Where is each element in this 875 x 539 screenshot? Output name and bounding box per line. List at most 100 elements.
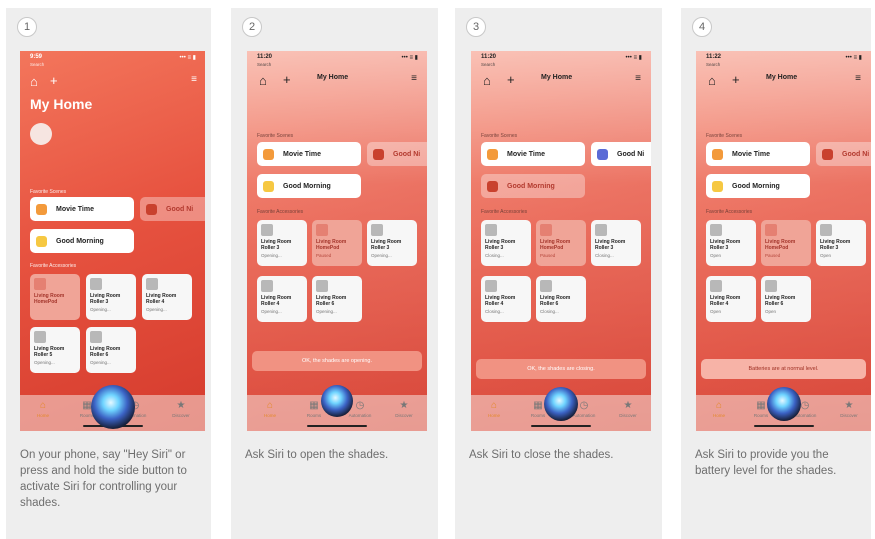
status-time: 11:22 bbox=[706, 54, 722, 60]
accessory-state: Open bbox=[710, 308, 722, 314]
step-card-3: 3 11:20 Search ••• ≡ ▮ ⌂ + My Home ≡ Fav… bbox=[455, 8, 662, 539]
scene-tile-good-morning[interactable]: Good Morning bbox=[706, 174, 810, 198]
scene-tile-good-night[interactable]: Good Ni bbox=[367, 142, 427, 166]
scene-tile-good-morning[interactable]: Good Morning bbox=[257, 174, 361, 198]
status-back-link[interactable]: Search bbox=[30, 62, 44, 67]
accessory-state: Open bbox=[710, 252, 722, 258]
gear-icon[interactable]: ≡ bbox=[855, 74, 861, 84]
section-favorite-accessories: Favorite Accessories bbox=[481, 209, 528, 215]
page-title: My Home bbox=[541, 74, 573, 81]
star-icon: ★ bbox=[176, 400, 186, 411]
step-caption: Ask Siri to open the shades. bbox=[245, 449, 389, 461]
house-icon[interactable]: ⌂ bbox=[483, 74, 491, 87]
home-summary-icon[interactable] bbox=[30, 123, 52, 145]
status-time: 11:20 bbox=[481, 54, 497, 60]
accessory-tile[interactable]: Living Room HomePod Paused bbox=[312, 220, 362, 266]
accessory-tile[interactable]: Living Room HomePod Paused bbox=[761, 220, 811, 266]
accessory-state: Opening... bbox=[371, 252, 392, 258]
accessory-tile[interactable]: Living Room Roller 4 Closing... bbox=[481, 276, 531, 322]
plus-icon[interactable]: + bbox=[507, 73, 515, 86]
accessory-tile[interactable]: Living Room Roller 4 Open bbox=[706, 276, 756, 322]
shade-icon bbox=[485, 224, 497, 236]
gear-icon[interactable]: ≡ bbox=[411, 74, 417, 84]
scene-tile-movie-time[interactable]: Movie Time bbox=[481, 142, 585, 166]
accessory-state: Paused bbox=[540, 252, 556, 258]
siri-orb[interactable] bbox=[91, 385, 135, 429]
step-card-4: 4 11:22 Search ••• ≡ ▮ ⌂ + My Home ≡ Fav… bbox=[681, 8, 871, 539]
step-number-badge: 1 bbox=[17, 17, 37, 37]
accessory-tile[interactable]: Living Room HomePod bbox=[30, 274, 80, 320]
house-icon: ⌂ bbox=[266, 400, 274, 411]
step-caption: Ask Siri to provide you the battery leve… bbox=[695, 449, 837, 477]
star-icon: ★ bbox=[844, 400, 854, 411]
house-icon[interactable]: ⌂ bbox=[30, 75, 38, 88]
tab-home[interactable]: ⌂ Home bbox=[255, 400, 285, 419]
status-back-link[interactable]: Search bbox=[257, 62, 271, 67]
plus-icon[interactable]: + bbox=[283, 73, 291, 86]
scene-tile-good-morning[interactable]: Good Morning bbox=[481, 174, 585, 198]
phone-screenshot-siri-close: 11:20 Search ••• ≡ ▮ ⌂ + My Home ≡ Favor… bbox=[471, 51, 651, 431]
tab-home[interactable]: ⌂ Home bbox=[704, 401, 734, 419]
plus-icon[interactable]: + bbox=[732, 73, 740, 86]
scene-tile-good-night[interactable]: Good Ni bbox=[140, 197, 205, 221]
siri-orb[interactable] bbox=[767, 387, 801, 421]
accessory-tile[interactable]: Living Room Roller 3 Closing... bbox=[481, 220, 531, 266]
accessory-tile[interactable]: Living Room Roller 6 Open bbox=[761, 276, 811, 322]
tab-discover[interactable]: ★ Discover bbox=[613, 400, 643, 419]
star-icon: ★ bbox=[623, 400, 633, 411]
accessory-state: Opening... bbox=[261, 308, 282, 314]
accessory-tile[interactable]: Living Room Roller 6 Opening... bbox=[86, 327, 136, 373]
home-indicator[interactable] bbox=[753, 425, 814, 427]
tab-home[interactable]: ⌂ Home bbox=[479, 401, 509, 419]
accessory-tile[interactable]: Living Room Roller 3 Opening... bbox=[367, 220, 417, 266]
scene-label: Good Ni bbox=[617, 150, 645, 158]
accessory-tile[interactable]: Living Room Roller 3 Open bbox=[816, 220, 866, 266]
accessory-name: Living Room Roller 4 bbox=[710, 295, 741, 307]
gear-icon[interactable]: ≡ bbox=[191, 75, 197, 85]
accessory-tile[interactable]: Living Room Roller 4 Opening... bbox=[142, 274, 192, 320]
accessory-tile[interactable]: Living Room HomePod Paused bbox=[536, 220, 586, 266]
house-icon[interactable]: ⌂ bbox=[259, 74, 267, 87]
scene-tile-movie-time[interactable]: Movie Time bbox=[30, 197, 134, 221]
scene-tile-good-night[interactable]: Good Ni bbox=[816, 142, 871, 166]
siri-response-bubble: OK, the shades are closing. bbox=[476, 359, 646, 379]
tab-discover[interactable]: ★ Discover bbox=[389, 401, 419, 419]
accessory-tile[interactable]: Living Room Roller 6 Opening... bbox=[312, 276, 362, 322]
scene-tile-good-night[interactable]: Good Ni bbox=[591, 142, 651, 166]
tab-discover[interactable]: ★ Discover bbox=[834, 400, 864, 419]
accessory-tile[interactable]: Living Room Roller 4 Opening... bbox=[257, 276, 307, 322]
accessory-name: Living Room Roller 3 bbox=[485, 239, 516, 251]
status-back-link[interactable]: Search bbox=[706, 62, 720, 67]
status-back-link[interactable]: Search bbox=[481, 62, 495, 67]
accessory-name: Living Room Roller 6 bbox=[90, 346, 121, 358]
accessory-tile[interactable]: Living Room Roller 5 Opening... bbox=[30, 327, 80, 373]
siri-orb[interactable] bbox=[544, 387, 578, 421]
step-caption: On your phone, say "Hey Siri" or press a… bbox=[20, 449, 187, 509]
shade-icon bbox=[90, 331, 102, 343]
movie-scene-icon bbox=[712, 148, 723, 160]
page-title: My Home bbox=[766, 74, 798, 81]
tab-home[interactable]: ⌂ Home bbox=[28, 401, 58, 419]
accessory-tile[interactable]: Living Room Roller 3 Open bbox=[706, 220, 756, 266]
accessory-name: Living Room Roller 3 bbox=[371, 239, 402, 251]
plus-icon[interactable]: + bbox=[50, 74, 58, 87]
siri-orb[interactable] bbox=[321, 385, 353, 417]
home-indicator[interactable] bbox=[307, 425, 367, 427]
tab-discover[interactable]: ★ Discover bbox=[166, 400, 196, 419]
scene-label: Movie Time bbox=[56, 205, 94, 213]
shade-icon bbox=[595, 224, 607, 236]
step-card-1: 1 9:59 Search ••• ≡ ▮ ⌂ + ≡ My Home Favo… bbox=[6, 8, 211, 539]
scene-tile-movie-time[interactable]: Movie Time bbox=[257, 142, 361, 166]
house-icon[interactable]: ⌂ bbox=[708, 74, 716, 87]
accessory-tile[interactable]: Living Room Roller 6 Closing... bbox=[536, 276, 586, 322]
scene-tile-good-morning[interactable]: Good Morning bbox=[30, 229, 134, 253]
home-indicator[interactable] bbox=[531, 425, 591, 427]
accessory-tile[interactable]: Living Room Roller 3 Opening... bbox=[86, 274, 136, 320]
step-number-badge: 2 bbox=[242, 17, 262, 37]
section-favorite-accessories: Favorite Accessories bbox=[30, 263, 77, 269]
accessory-tile[interactable]: Living Room Roller 3 Opening... bbox=[257, 220, 307, 266]
gear-icon[interactable]: ≡ bbox=[635, 74, 641, 84]
accessory-name: Living Room Roller 4 bbox=[485, 295, 516, 307]
accessory-tile[interactable]: Living Room Roller 3 Closing... bbox=[591, 220, 641, 266]
scene-tile-movie-time[interactable]: Movie Time bbox=[706, 142, 810, 166]
